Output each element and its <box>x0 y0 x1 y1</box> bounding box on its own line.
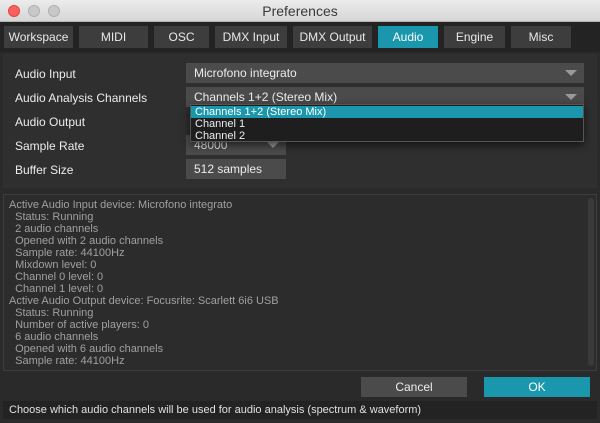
audio-input-label: Audio Input <box>15 67 76 81</box>
log-scrollbar[interactable] <box>588 198 594 366</box>
log-line: Channel 0 level: 0 <box>9 271 104 283</box>
audio-output-label: Audio Output <box>15 115 86 129</box>
log-line: Active Audio Input device: Microfono int… <box>9 199 233 211</box>
tab-engine[interactable]: Engine <box>444 26 505 48</box>
chevron-down-icon <box>565 94 577 100</box>
audio-input-value: Microfono integrato <box>194 66 297 80</box>
audio-input-select[interactable]: Microfono integrato <box>186 63 584 83</box>
tab-workspace[interactable]: Workspace <box>4 26 73 48</box>
tab-audio[interactable]: Audio <box>378 26 438 48</box>
tab-bar: Workspace MIDI OSC DMX Input DMX Output … <box>0 22 600 52</box>
log-line: Status: Running <box>9 211 94 223</box>
tab-osc[interactable]: OSC <box>154 26 209 48</box>
buffer-size-label: Buffer Size <box>15 163 74 177</box>
window-title: Preferences <box>262 3 338 19</box>
tab-dmx-output[interactable]: DMX Output <box>293 26 372 48</box>
chevron-down-icon <box>267 142 279 148</box>
sample-rate-label: Sample Rate <box>15 139 85 153</box>
tab-midi[interactable]: MIDI <box>79 26 148 48</box>
status-bar: Choose which audio channels will be used… <box>3 401 597 419</box>
buffer-size-select[interactable]: 512 samples <box>186 159 286 179</box>
log-line: Status: Running <box>9 307 94 319</box>
title-bar: Preferences <box>0 0 600 22</box>
audio-status-log[interactable]: Active Audio Input device: Microfono int… <box>3 194 597 371</box>
cancel-button[interactable]: Cancel <box>361 377 467 397</box>
dropdown-option[interactable]: Channels 1+2 (Stereo Mix) <box>191 106 583 118</box>
log-line: Sample rate: 44100Hz <box>9 355 125 367</box>
ok-button[interactable]: OK <box>484 377 590 397</box>
log-line: Opened with 2 audio channels <box>9 235 164 247</box>
log-line: Mixdown level: 0 <box>9 259 97 271</box>
analysis-channels-label: Audio Analysis Channels <box>15 91 148 105</box>
analysis-channels-value: Channels 1+2 (Stereo Mix) <box>194 90 338 104</box>
log-line: 6 audio channels <box>9 331 99 343</box>
log-line: 2 audio channels <box>9 223 99 235</box>
analysis-channels-dropdown: Channels 1+2 (Stereo Mix) Channel 1 Chan… <box>190 104 584 142</box>
log-line: Active Audio Output device: Focusrite: S… <box>9 295 279 307</box>
chevron-down-icon <box>565 70 577 76</box>
log-line: Sample rate: 44100Hz <box>9 247 125 259</box>
buffer-size-value: 512 samples <box>194 162 263 176</box>
dropdown-option[interactable]: Channel 1 <box>191 118 583 130</box>
log-line: Number of active players: 0 <box>9 319 150 331</box>
log-line: Channel 1 level: 0 <box>9 283 104 295</box>
log-line: Opened with 6 audio channels <box>9 343 164 355</box>
dropdown-option[interactable]: Channel 2 <box>191 130 583 142</box>
tab-dmx-input[interactable]: DMX Input <box>215 26 287 48</box>
tab-misc[interactable]: Misc <box>511 26 571 48</box>
